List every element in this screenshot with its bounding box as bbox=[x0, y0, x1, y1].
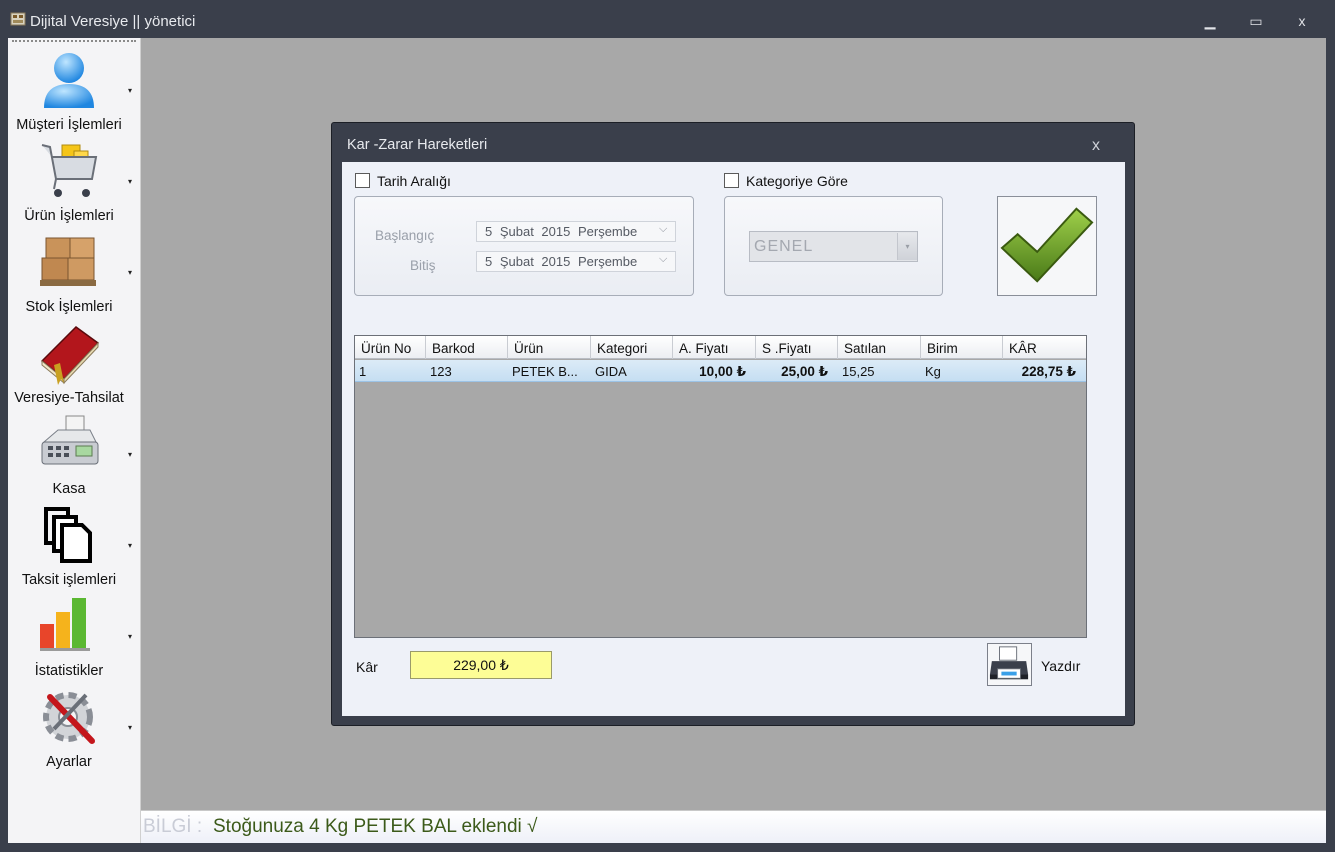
chevron-down-icon: ▾ bbox=[128, 723, 133, 732]
total-profit-label: Kâr bbox=[356, 659, 378, 675]
status-message: Stoğunuza 4 Kg PETEK BAL eklendi √ bbox=[213, 816, 538, 837]
column-header[interactable]: Ürün bbox=[508, 336, 591, 359]
sidebar-item-label: Stok İşlemleri bbox=[25, 299, 113, 315]
sidebar-item-cash-register[interactable]: Kasa ▾ bbox=[8, 412, 141, 503]
sidebar-item-label: Veresiye-Tahsilat bbox=[14, 390, 124, 406]
table-row[interactable]: 1 123 PETEK B... GIDA 10,00 ₺ 25,00 ₺ 15… bbox=[355, 360, 1086, 382]
chevron-down-icon: ▾ bbox=[128, 268, 133, 277]
bar-chart-icon bbox=[40, 598, 90, 651]
sidebar-item-label: Müşteri İşlemleri bbox=[16, 117, 122, 133]
sidebar-item-installments[interactable]: Taksit işlemleri ▾ bbox=[8, 503, 141, 594]
ledger-book-icon bbox=[40, 326, 100, 385]
dialog-title: Kar -Zarar Hareketleri bbox=[347, 137, 488, 153]
shopping-cart-icon bbox=[41, 144, 98, 197]
checkmark-icon bbox=[1000, 207, 1094, 283]
sidebar-item-label: Ayarlar bbox=[46, 754, 92, 770]
checkbox-box[interactable] bbox=[724, 173, 739, 188]
sidebar-item-label: Kasa bbox=[52, 481, 86, 497]
cell-profit: 228,75 ₺ bbox=[1021, 364, 1076, 379]
cash-register-icon bbox=[41, 415, 99, 465]
documents-icon bbox=[44, 507, 92, 563]
table-header: Ürün No Barkod Ürün Kategori A. Fiyatı S… bbox=[355, 336, 1086, 359]
minimize-button[interactable]: ▁ bbox=[1198, 10, 1222, 32]
printer-icon bbox=[989, 646, 1029, 680]
print-button[interactable] bbox=[987, 643, 1032, 686]
apply-filter-button[interactable] bbox=[997, 196, 1097, 296]
sidebar-item-settings[interactable]: Ayarlar ▾ bbox=[8, 685, 141, 776]
sidebar-item-label: Ürün İşlemleri bbox=[24, 208, 114, 224]
column-header[interactable]: Barkod bbox=[426, 336, 508, 359]
app-window: Dijital Veresiye || yönetici ▁ ▭ x Müşte… bbox=[0, 0, 1335, 852]
window-title: Dijital Veresiye || yönetici bbox=[30, 13, 196, 30]
cell-unit: Kg bbox=[925, 364, 941, 379]
sidebar-item-products[interactable]: Ürün İşlemleri ▾ bbox=[8, 139, 141, 230]
cell-sold: 15,25 bbox=[842, 364, 875, 379]
sidebar-item-label: İstatistikler bbox=[34, 663, 104, 679]
cell-category: GIDA bbox=[595, 364, 627, 379]
total-profit-field: 229,00 ₺ bbox=[410, 651, 552, 679]
status-prefix: BİLGİ : bbox=[143, 816, 203, 837]
title-bar: Dijital Veresiye || yönetici ▁ ▭ x bbox=[0, 0, 1335, 40]
end-date-value: 5 Şubat 2015 Perşembe bbox=[485, 254, 638, 269]
status-bar: BİLGİ : Stoğunuza 4 Kg PETEK BAL eklendi… bbox=[141, 810, 1326, 843]
chevron-down-icon: ⌵ bbox=[659, 253, 668, 265]
category-checkbox[interactable]: Kategoriye Göre bbox=[724, 172, 864, 190]
column-header[interactable]: Satılan bbox=[838, 336, 921, 359]
start-date-value: 5 Şubat 2015 Perşembe bbox=[485, 224, 638, 239]
column-header[interactable]: A. Fiyatı bbox=[673, 336, 756, 359]
chevron-down-icon: ▾ bbox=[128, 632, 133, 641]
sidebar-grip bbox=[12, 40, 136, 42]
settings-tools-icon bbox=[43, 692, 95, 744]
profit-table[interactable]: Ürün No Barkod Ürün Kategori A. Fiyatı S… bbox=[354, 335, 1087, 638]
cell-barcode: 123 bbox=[430, 364, 452, 379]
column-header[interactable]: S .Fiyatı bbox=[756, 336, 838, 359]
window-close-button[interactable]: x bbox=[1290, 10, 1314, 32]
start-date-label: Başlangıç bbox=[375, 228, 435, 243]
total-profit-value: 229,00 ₺ bbox=[453, 657, 509, 673]
category-select[interactable]: GENEL ▾ bbox=[749, 231, 918, 262]
profit-loss-dialog: Kar -Zarar Hareketleri x Tarih Aralığı K… bbox=[331, 122, 1135, 726]
dialog-close-button[interactable]: x bbox=[1092, 137, 1100, 155]
cell-purchase-price: 10,00 ₺ bbox=[699, 364, 746, 379]
chevron-down-icon: ▾ bbox=[128, 86, 133, 95]
print-label: Yazdır bbox=[1041, 658, 1081, 674]
chevron-down-icon: ▾ bbox=[128, 177, 133, 186]
column-header[interactable]: KÂR bbox=[1003, 336, 1086, 359]
sidebar-item-stock[interactable]: Stok İşlemleri ▾ bbox=[8, 230, 141, 321]
column-header[interactable]: Kategori bbox=[591, 336, 673, 359]
boxes-icon bbox=[40, 237, 96, 286]
maximize-button[interactable]: ▭ bbox=[1244, 10, 1268, 32]
date-range-checkbox[interactable]: Tarih Aralığı bbox=[355, 172, 475, 190]
chevron-down-icon: ▾ bbox=[128, 541, 133, 550]
cell-sale-price: 25,00 ₺ bbox=[781, 364, 828, 379]
sidebar-item-label: Taksit işlemleri bbox=[21, 572, 117, 588]
user-icon bbox=[44, 53, 94, 108]
date-range-group: Başlangıç Bitiş 5 Şubat 2015 Perşembe ⌵ … bbox=[354, 196, 694, 296]
category-selected-value: GENEL bbox=[754, 238, 814, 255]
end-date-picker[interactable]: 5 Şubat 2015 Perşembe ⌵ bbox=[476, 251, 676, 272]
sidebar-item-statistics[interactable]: İstatistikler ▾ bbox=[8, 594, 141, 685]
category-group: GENEL ▾ bbox=[724, 196, 943, 296]
checkbox-label: Tarih Aralığı bbox=[377, 173, 451, 189]
sidebar-item-customers[interactable]: Müşteri İşlemleri ▾ bbox=[8, 48, 141, 139]
column-header[interactable]: Ürün No bbox=[355, 336, 426, 359]
sidebar: Müşteri İşlemleri ▾ Ürün İşlemleri ▾ Sto… bbox=[8, 38, 141, 843]
dialog-body: Tarih Aralığı Kategoriye Göre Başlangıç … bbox=[342, 162, 1125, 716]
sidebar-item-credit-collection[interactable]: Veresiye-Tahsilat bbox=[8, 321, 141, 412]
column-header[interactable]: Birim bbox=[921, 336, 1003, 359]
end-date-label: Bitiş bbox=[410, 258, 436, 273]
cell-product: PETEK B... bbox=[512, 364, 578, 379]
checkbox-label: Kategoriye Göre bbox=[746, 173, 848, 189]
app-icon bbox=[10, 12, 26, 26]
start-date-picker[interactable]: 5 Şubat 2015 Perşembe ⌵ bbox=[476, 221, 676, 242]
chevron-down-icon: ⌵ bbox=[659, 223, 668, 235]
chevron-down-icon: ▾ bbox=[128, 450, 133, 459]
checkbox-box[interactable] bbox=[355, 173, 370, 188]
chevron-down-icon[interactable]: ▾ bbox=[897, 233, 917, 260]
cell-product-no: 1 bbox=[359, 364, 367, 379]
